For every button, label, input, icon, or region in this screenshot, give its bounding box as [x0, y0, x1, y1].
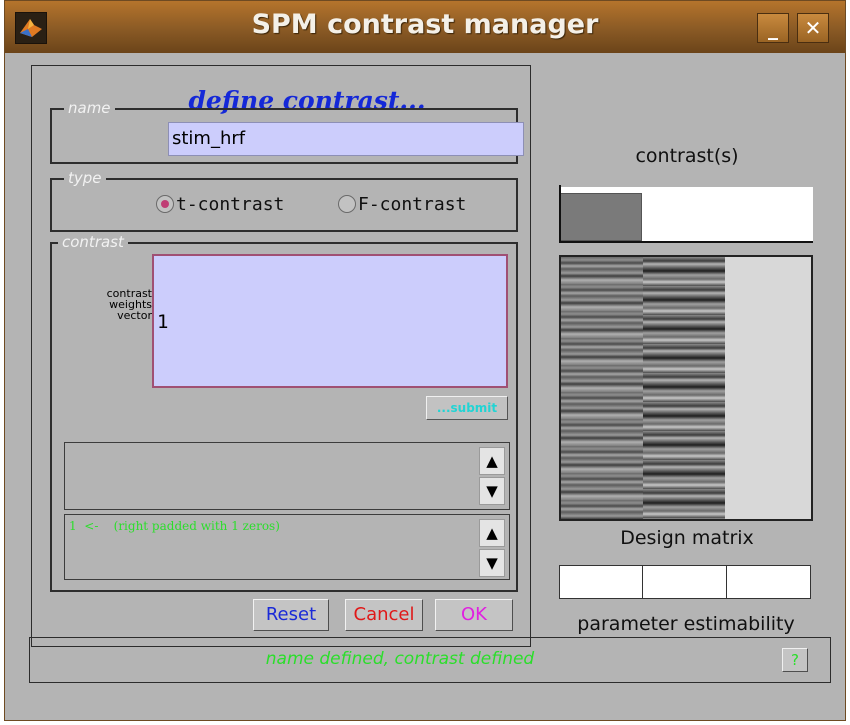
- define-contrast-panel: define contrast... name stim_hrf type t-…: [31, 65, 531, 647]
- window-title: SPM contrast manager: [251, 9, 599, 40]
- design-matrix-column-2: [643, 257, 725, 519]
- error-message-box: ▲ ▼: [64, 442, 510, 510]
- contrast-axis-line: [559, 185, 561, 243]
- status-bar: name defined, contrast defined ?: [29, 637, 831, 683]
- scroll-up-icon[interactable]: ▲: [479, 519, 505, 547]
- radio-unselected-icon: [338, 195, 356, 213]
- t-contrast-label: t-contrast: [176, 194, 285, 215]
- estimability-divider: [642, 566, 643, 598]
- info-message-box: 1 <- (right padded with 1 zeros) ▲ ▼: [64, 514, 510, 580]
- estimability-divider: [726, 566, 727, 598]
- scroll-down-icon[interactable]: ▼: [479, 549, 505, 577]
- submit-button[interactable]: ...submit: [426, 396, 508, 420]
- radio-selected-icon: [156, 195, 174, 213]
- scroll-down-icon[interactable]: ▼: [479, 477, 505, 505]
- contrast-group-label: contrast: [58, 233, 128, 251]
- contrast-weight-bar: [560, 193, 642, 241]
- parameter-estimability-bar: [559, 565, 811, 599]
- contrast-group: contrast contrast weights vector 1 ...su…: [50, 233, 518, 592]
- help-button[interactable]: ?: [782, 648, 808, 672]
- name-group: name stim_hrf: [50, 99, 524, 164]
- client-area: define contrast... name stim_hrf type t-…: [5, 53, 845, 720]
- contrast-bar-plot: [559, 185, 813, 247]
- title-bar[interactable]: SPM contrast manager _ ✕: [5, 1, 845, 53]
- type-group: type t-contrast F-contrast: [50, 169, 518, 232]
- design-matrix-label: Design matrix: [620, 527, 754, 549]
- type-group-label: type: [64, 169, 106, 187]
- f-contrast-radio[interactable]: F-contrast: [338, 194, 466, 215]
- minimize-button[interactable]: _: [757, 13, 789, 43]
- scroll-up-icon[interactable]: ▲: [479, 447, 505, 475]
- ok-button[interactable]: OK: [435, 599, 513, 631]
- close-button[interactable]: ✕: [797, 13, 829, 43]
- reset-button[interactable]: Reset: [253, 599, 329, 631]
- contrast-baseline: [559, 241, 813, 243]
- weights-label-line: vector: [117, 309, 152, 322]
- contrast-name-input[interactable]: stim_hrf: [168, 122, 524, 156]
- contrasts-title: contrast(s): [635, 145, 739, 167]
- info-message-text: 1 <- (right padded with 1 zeros): [69, 519, 280, 533]
- name-group-label: name: [64, 99, 115, 117]
- design-matrix-column-3: [725, 257, 811, 519]
- weights-vector-label: contrast weights vector: [58, 288, 152, 321]
- parameter-estimability-label: parameter estimability: [577, 613, 795, 635]
- cancel-button[interactable]: Cancel: [345, 599, 423, 631]
- status-text: name defined, contrast defined: [265, 649, 535, 669]
- design-matrix-column-1: [561, 257, 643, 519]
- t-contrast-radio[interactable]: t-contrast: [156, 194, 284, 215]
- f-contrast-label: F-contrast: [358, 194, 467, 215]
- spm-contrast-manager-window: SPM contrast manager _ ✕ define contrast…: [4, 0, 846, 721]
- contrast-weights-input[interactable]: 1: [152, 254, 508, 388]
- design-matrix-image[interactable]: [559, 255, 813, 521]
